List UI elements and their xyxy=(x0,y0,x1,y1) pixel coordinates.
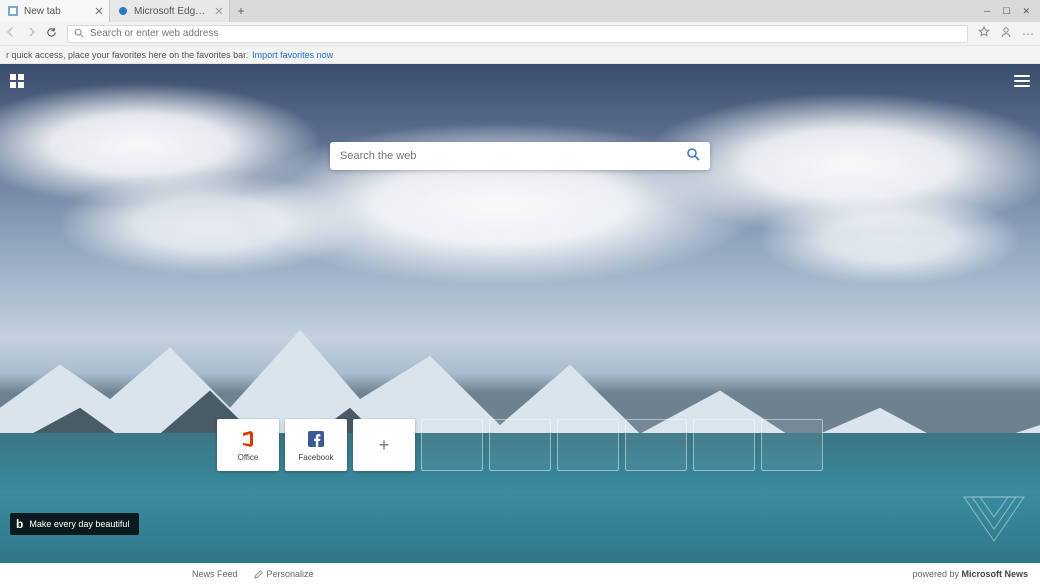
tab-strip: New tab Microsoft Edge Insider + ─ ☐ ✕ xyxy=(0,0,1040,22)
forward-button[interactable] xyxy=(26,27,36,40)
pencil-icon xyxy=(254,570,263,579)
favorite-star-icon[interactable] xyxy=(978,25,990,43)
plus-icon: + xyxy=(379,435,390,456)
address-bar: ⋯ xyxy=(0,22,1040,46)
refresh-button[interactable] xyxy=(46,25,57,43)
bing-caption[interactable]: b Make every day beautiful xyxy=(10,513,139,535)
back-button[interactable] xyxy=(6,27,16,40)
new-tab-page: Office Facebook + b Make every day beaut… xyxy=(0,64,1040,563)
edge-favicon xyxy=(118,6,128,16)
close-window-button[interactable]: ✕ xyxy=(1022,6,1030,17)
tile-empty[interactable] xyxy=(761,419,823,471)
window-controls: ─ ☐ ✕ xyxy=(974,0,1040,22)
import-favorites-link[interactable]: Import favorites now xyxy=(252,50,333,60)
personalize-label: Personalize xyxy=(267,569,314,579)
tile-facebook[interactable]: Facebook xyxy=(285,419,347,471)
tile-label: Facebook xyxy=(298,453,333,462)
tile-label: Office xyxy=(238,453,259,462)
minimize-button[interactable]: ─ xyxy=(984,6,990,16)
office-icon xyxy=(239,428,257,450)
favorites-hint: r quick access, place your favorites her… xyxy=(6,50,248,60)
tile-empty[interactable] xyxy=(421,419,483,471)
news-feed-link[interactable]: News Feed xyxy=(192,569,238,579)
page-favicon xyxy=(8,6,18,16)
background-image xyxy=(0,64,1040,563)
menu-icon[interactable]: ⋯ xyxy=(1022,27,1034,41)
tile-empty[interactable] xyxy=(489,419,551,471)
tile-empty[interactable] xyxy=(557,419,619,471)
url-box[interactable] xyxy=(67,25,968,43)
web-search-box[interactable] xyxy=(330,142,710,170)
tab-new-tab[interactable]: New tab xyxy=(0,0,110,22)
tile-office[interactable]: Office xyxy=(217,419,279,471)
search-icon[interactable] xyxy=(686,147,700,166)
close-icon[interactable] xyxy=(95,7,103,15)
tile-empty[interactable] xyxy=(693,419,755,471)
facebook-icon xyxy=(308,428,324,450)
ntp-footer: News Feed Personalize powered by Microso… xyxy=(0,563,1040,585)
settings-menu-icon[interactable] xyxy=(1014,75,1030,87)
app-launcher-icon[interactable] xyxy=(10,74,24,88)
quick-links: Office Facebook + xyxy=(217,419,823,471)
new-tab-button[interactable]: + xyxy=(230,0,252,22)
profile-icon[interactable] xyxy=(1000,25,1012,43)
tab-edge-insider[interactable]: Microsoft Edge Insider xyxy=(110,0,230,22)
close-icon[interactable] xyxy=(215,7,223,15)
maximize-button[interactable]: ☐ xyxy=(1002,6,1010,17)
web-search-input[interactable] xyxy=(340,150,686,162)
tile-empty[interactable] xyxy=(625,419,687,471)
tile-add[interactable]: + xyxy=(353,419,415,471)
tab-title: Microsoft Edge Insider xyxy=(134,6,209,17)
search-icon xyxy=(74,25,84,43)
favorites-bar: r quick access, place your favorites her… xyxy=(0,46,1040,64)
url-input[interactable] xyxy=(90,28,961,39)
personalize-link[interactable]: Personalize xyxy=(254,569,314,579)
bing-icon: b xyxy=(16,517,23,531)
verge-watermark xyxy=(962,495,1026,543)
powered-by: powered by Microsoft News xyxy=(912,569,1028,579)
bing-caption-text: Make every day beautiful xyxy=(29,519,129,529)
tab-title: New tab xyxy=(24,6,89,17)
